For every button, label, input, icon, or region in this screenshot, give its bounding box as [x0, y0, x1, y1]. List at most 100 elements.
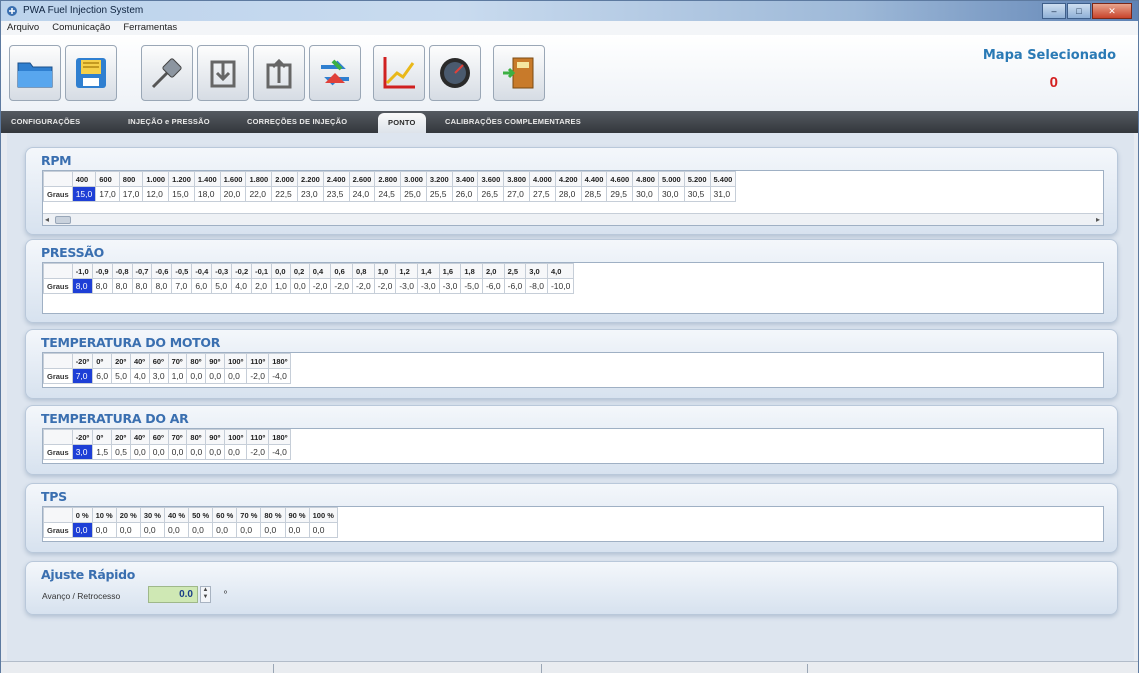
degree-cell[interactable]: 3,0 [148, 368, 169, 384]
degree-cell[interactable]: 1,0 [167, 368, 188, 384]
degree-cell[interactable]: 24,0 [348, 186, 376, 202]
tab-correcoes-injecao[interactable]: CORREÇÕES DE INJEÇÃO [247, 117, 347, 126]
degree-cell[interactable]: 17,0 [118, 186, 144, 202]
degree-cell[interactable]: 23,0 [297, 186, 324, 202]
degree-cell[interactable]: -8,0 [525, 278, 548, 294]
scroll-left-icon[interactable]: ◂ [45, 215, 49, 224]
scroll-right-icon[interactable]: ▸ [1096, 215, 1100, 224]
degree-cell[interactable]: 0,0 [224, 444, 248, 460]
degree-cell[interactable]: 0,0 [289, 278, 310, 294]
degree-cell[interactable]: 4,0 [129, 368, 150, 384]
degree-cell[interactable]: 0,0 [236, 522, 262, 538]
tab-calibracoes[interactable]: CALIBRAÇÕES COMPLEMENTARES [445, 117, 581, 126]
degree-cell[interactable]: 22,5 [271, 186, 299, 202]
degree-cell[interactable]: 0,0 [284, 522, 310, 538]
avanco-retrocesso-input[interactable]: 0.0 [148, 586, 198, 603]
degree-cell[interactable]: 8,0 [91, 278, 113, 294]
degree-cell[interactable]: 8,0 [71, 278, 93, 294]
degree-cell[interactable]: 30,0 [632, 186, 659, 202]
degree-cell[interactable]: 6,0 [191, 278, 213, 294]
download-map-button[interactable] [197, 45, 249, 101]
degree-cell[interactable]: 0,0 [186, 444, 207, 460]
horizontal-scrollbar[interactable]: ◂ ▸ [43, 213, 1103, 225]
degree-cell[interactable]: 0,0 [167, 444, 188, 460]
degree-cell[interactable]: 8,0 [131, 278, 153, 294]
degree-cell[interactable]: -5,0 [460, 278, 483, 294]
minimize-button[interactable]: – [1042, 3, 1066, 19]
tab-injecao-pressao[interactable]: INJEÇÃO e PRESSÃO [128, 117, 210, 126]
degree-cell[interactable]: 12,0 [142, 186, 170, 202]
degree-cell[interactable]: 8,0 [111, 278, 133, 294]
maximize-button[interactable]: □ [1067, 3, 1091, 19]
degree-cell[interactable]: -6,0 [503, 278, 527, 294]
tab-ponto[interactable]: PONTO [378, 113, 426, 133]
degree-cell[interactable]: -6,0 [481, 278, 505, 294]
degree-cell[interactable]: 20,0 [219, 186, 247, 202]
degree-cell[interactable]: 0,0 [71, 522, 93, 538]
degree-cell[interactable]: 27,5 [529, 186, 556, 202]
degree-cell[interactable]: 15,0 [168, 186, 195, 202]
degree-cell[interactable]: 25,5 [425, 186, 453, 202]
menu-comunicacao[interactable]: Comunicação [52, 21, 110, 35]
degree-cell[interactable]: -10,0 [546, 278, 575, 294]
degree-cell[interactable]: 2,0 [251, 278, 273, 294]
degree-cell[interactable]: -3,0 [395, 278, 418, 294]
degree-cell[interactable]: -2,0 [373, 278, 397, 294]
upload-map-button[interactable] [253, 45, 305, 101]
save-button[interactable] [65, 45, 117, 101]
degree-cell[interactable]: 17,0 [95, 186, 120, 202]
degree-cell[interactable]: 30,5 [683, 186, 711, 202]
degree-cell[interactable]: 0,0 [129, 444, 150, 460]
degree-cell[interactable]: 15,0 [71, 186, 97, 202]
degree-cell[interactable]: -3,0 [417, 278, 440, 294]
tab-configuracoes[interactable]: CONFIGURAÇÕES [11, 117, 80, 126]
degree-cell[interactable]: 0,0 [186, 368, 207, 384]
degree-cell[interactable]: 0,0 [115, 522, 141, 538]
open-folder-button[interactable] [9, 45, 61, 101]
degree-cell[interactable]: -2,0 [246, 368, 270, 384]
degree-cell[interactable]: 0,0 [205, 368, 226, 384]
degree-cell[interactable]: 0,0 [148, 444, 169, 460]
degree-cell[interactable]: 6,0 [92, 368, 113, 384]
degree-cell[interactable]: 5,0 [111, 368, 131, 384]
degree-cell[interactable]: 0,0 [163, 522, 190, 538]
degree-cell[interactable]: 1,5 [92, 444, 113, 460]
degree-cell[interactable]: -2,0 [308, 278, 332, 294]
degree-cell[interactable]: 1,0 [271, 278, 291, 294]
degree-cell[interactable]: 5,0 [211, 278, 233, 294]
transfer-button[interactable] [309, 45, 361, 101]
degree-cell[interactable]: 7,0 [171, 278, 193, 294]
avanco-retrocesso-spinner[interactable]: ▲ ▼ [200, 586, 211, 603]
degree-cell[interactable]: 30,0 [657, 186, 685, 202]
degree-cell[interactable]: -4,0 [268, 368, 292, 384]
degree-cell[interactable]: 29,5 [606, 186, 634, 202]
degree-cell[interactable]: -3,0 [438, 278, 462, 294]
serial-cable-button[interactable] [141, 45, 193, 101]
degree-cell[interactable]: 22,0 [245, 186, 273, 202]
degree-cell[interactable]: -4,0 [268, 444, 292, 460]
degree-cell[interactable]: 0,0 [139, 522, 165, 538]
degree-cell[interactable]: 24,5 [374, 186, 402, 202]
degree-cell[interactable]: 7,0 [71, 368, 94, 384]
degree-cell[interactable]: 0,0 [205, 444, 226, 460]
menu-arquivo[interactable]: Arquivo [7, 21, 39, 35]
degree-cell[interactable]: 0,0 [224, 368, 248, 384]
degree-cell[interactable]: 23,5 [322, 186, 350, 202]
degree-cell[interactable]: 0,0 [308, 522, 338, 538]
degree-cell[interactable]: 26,0 [451, 186, 479, 202]
degree-cell[interactable]: -2,0 [330, 278, 354, 294]
menu-ferramentas[interactable]: Ferramentas [123, 21, 177, 35]
degree-cell[interactable]: 28,5 [580, 186, 608, 202]
title-bar[interactable]: PWA Fuel Injection System – □ ✕ [1, 1, 1138, 21]
exit-button[interactable] [493, 45, 545, 101]
degree-cell[interactable]: 4,0 [231, 278, 253, 294]
close-button[interactable]: ✕ [1092, 3, 1132, 19]
degree-cell[interactable]: -2,0 [246, 444, 270, 460]
degree-cell[interactable]: 0,0 [91, 522, 117, 538]
degree-cell[interactable]: 25,0 [400, 186, 427, 202]
degree-cell[interactable]: 18,0 [193, 186, 221, 202]
degree-cell[interactable]: 0,0 [188, 522, 214, 538]
degree-cell[interactable]: 3,0 [71, 444, 94, 460]
degree-cell[interactable]: 0,0 [212, 522, 238, 538]
degree-cell[interactable]: 0,5 [111, 444, 131, 460]
